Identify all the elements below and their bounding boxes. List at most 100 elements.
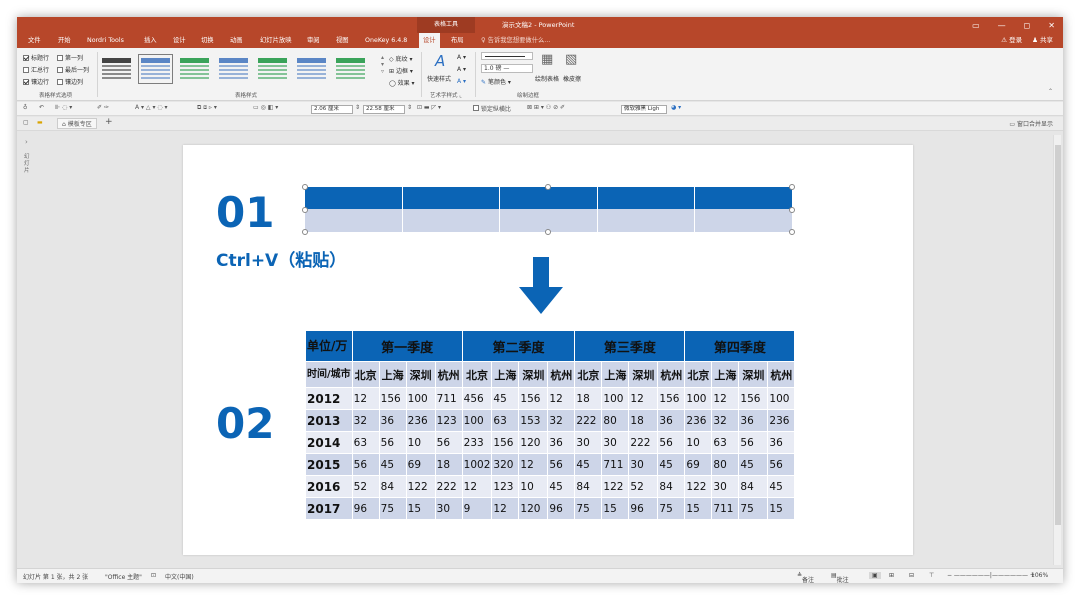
value-cell[interactable]: 120	[518, 497, 549, 520]
text-outline-icon[interactable]: A ▾	[457, 66, 466, 73]
year-cell[interactable]: 2012	[305, 387, 353, 410]
value-cell[interactable]: 96	[628, 497, 659, 520]
value-cell[interactable]: 156	[738, 387, 769, 410]
city-header-cell[interactable]: 深圳	[518, 361, 549, 388]
font-select[interactable]: 微软雅黑 Ligh	[621, 105, 667, 114]
text-fill-icon[interactable]: A ▾	[457, 54, 466, 61]
city-header-cell[interactable]: 北京	[684, 361, 713, 388]
sales-table[interactable]: 单位/万 第一季度 第二季度 第三季度 第四季度 时间/城市 北京 上海 深圳 杭州 北京 上海 深圳杭…	[305, 330, 796, 520]
tab-animations[interactable]: 动画	[230, 33, 243, 48]
city-header-cell[interactable]: 深圳	[405, 361, 436, 388]
zoom-level[interactable]: 106%	[1031, 572, 1048, 579]
value-cell[interactable]: 45	[657, 453, 686, 476]
value-cell[interactable]: 236	[767, 409, 796, 432]
close-icon[interactable]: ✕	[1048, 21, 1055, 30]
city-header-cell[interactable]: 上海	[378, 361, 407, 388]
value-cell[interactable]: 100	[684, 387, 713, 410]
value-cell[interactable]: 32	[547, 409, 576, 432]
city-header-cell[interactable]: 上海	[491, 361, 520, 388]
resize-handle[interactable]	[789, 207, 795, 213]
expand-pane-icon[interactable]: ›	[25, 138, 28, 146]
resize-handle[interactable]	[302, 229, 308, 235]
value-cell[interactable]: 45	[547, 475, 576, 498]
effect-button[interactable]: ◯ 效果 ▾	[389, 78, 415, 87]
value-cell[interactable]: 15	[684, 497, 713, 520]
value-cell[interactable]: 96	[547, 497, 576, 520]
value-cell[interactable]: 122	[405, 475, 436, 498]
quarter-header-cell[interactable]: 第三季度	[574, 330, 686, 362]
value-cell[interactable]: 30	[601, 431, 630, 454]
value-cell[interactable]: 156	[491, 431, 520, 454]
value-cell[interactable]: 122	[601, 475, 630, 498]
value-cell[interactable]: 18	[628, 409, 659, 432]
value-cell[interactable]: 10	[518, 475, 549, 498]
value-cell[interactable]: 233	[461, 431, 493, 454]
table-style-swatch[interactable]	[177, 54, 212, 84]
resize-handle[interactable]	[789, 184, 795, 190]
resize-handle[interactable]	[545, 229, 551, 235]
value-cell[interactable]: 36	[378, 409, 407, 432]
value-cell[interactable]: 100	[767, 387, 796, 410]
minimize-icon[interactable]: —	[998, 21, 1006, 30]
width-spinner-icon[interactable]: ⇕	[407, 104, 412, 111]
add-tab-icon[interactable]: +	[105, 117, 113, 127]
value-cell[interactable]: 80	[601, 409, 630, 432]
share-button[interactable]: ♟ 共享	[1032, 33, 1053, 48]
value-cell[interactable]: 45	[574, 453, 603, 476]
value-cell[interactable]: 12	[547, 387, 576, 410]
tab-insert[interactable]: 插入	[144, 33, 157, 48]
tab-onekey[interactable]: OneKey 6.4.8	[365, 33, 407, 48]
unit-header-cell[interactable]: 单位/万	[305, 330, 353, 362]
city-header-cell[interactable]: 深圳	[738, 361, 769, 388]
value-cell[interactable]: 36	[738, 409, 769, 432]
value-cell[interactable]: 123	[491, 475, 520, 498]
value-cell[interactable]: 15	[767, 497, 796, 520]
lock-ratio-checkbox[interactable]: 锁定纵横比	[473, 104, 511, 113]
value-cell[interactable]: 18	[574, 387, 603, 410]
format-painter-icon[interactable]: ♁	[23, 104, 27, 111]
value-cell[interactable]: 52	[628, 475, 659, 498]
value-cell[interactable]: 45	[767, 475, 796, 498]
value-cell[interactable]: 156	[657, 387, 686, 410]
resize-handle[interactable]	[789, 229, 795, 235]
tab-nordri-tools[interactable]: Nordri Tools	[87, 33, 124, 48]
arrange-icon[interactable]: ⧉ ⧈ ▹ ▾	[197, 104, 217, 112]
value-cell[interactable]: 711	[434, 387, 463, 410]
undo-icon[interactable]: ↶	[39, 104, 44, 111]
gallery-scroll-icon[interactable]: ▴ ▾ ▿	[381, 54, 384, 75]
scrollbar-thumb[interactable]	[1055, 145, 1061, 525]
value-cell[interactable]: 56	[547, 453, 576, 476]
reading-view-icon[interactable]: ⊟	[909, 572, 914, 579]
value-cell[interactable]: 75	[574, 497, 603, 520]
value-cell[interactable]: 12	[518, 453, 549, 476]
slide-canvas[interactable]: 01 Ctrl+V（粘贴） 02 单位/万 第一季度 第二季度 第三季度 第四季度 时间/…	[183, 145, 913, 555]
collapse-ribbon-icon[interactable]: ⌃	[1048, 88, 1053, 95]
value-cell[interactable]: 222	[434, 475, 463, 498]
value-cell[interactable]: 156	[518, 387, 549, 410]
city-header-cell[interactable]: 上海	[711, 361, 740, 388]
misc-icons[interactable]: ⊡ ▬ ◸ ▾	[417, 104, 441, 111]
quarter-header-cell[interactable]: 第一季度	[351, 330, 463, 362]
value-cell[interactable]: 84	[378, 475, 407, 498]
value-cell[interactable]: 45	[738, 453, 769, 476]
value-cell[interactable]: 56	[767, 453, 796, 476]
color-fill-icon[interactable]: ◕ ▾	[671, 104, 681, 111]
text-effects-icon[interactable]: A ▾	[457, 78, 466, 85]
value-cell[interactable]: 711	[601, 453, 630, 476]
value-cell[interactable]: 56	[657, 431, 686, 454]
new-doc-icon[interactable]: ▢	[23, 119, 29, 126]
font-color-icon[interactable]: A ▾ △ ▾ ◌ ▾	[135, 104, 168, 111]
table-style-swatch[interactable]	[99, 54, 134, 84]
pen-icon[interactable]: ✐ ✑	[97, 104, 109, 111]
city-header-cell[interactable]: 北京	[461, 361, 493, 388]
value-cell[interactable]: 100	[461, 409, 493, 432]
normal-view-icon[interactable]: ▣	[869, 572, 881, 579]
pen-color-button[interactable]: ✎ 笔颜色 ▾	[481, 77, 511, 86]
value-cell[interactable]: 236	[684, 409, 713, 432]
tab-transitions[interactable]: 切换	[201, 33, 214, 48]
tab-home[interactable]: 开始	[58, 33, 71, 48]
align-icon[interactable]: ⊪ ◌ ▾	[55, 104, 72, 111]
height-spinner-icon[interactable]: ⇕	[355, 104, 360, 111]
value-cell[interactable]: 56	[351, 453, 380, 476]
value-cell[interactable]: 456	[461, 387, 493, 410]
